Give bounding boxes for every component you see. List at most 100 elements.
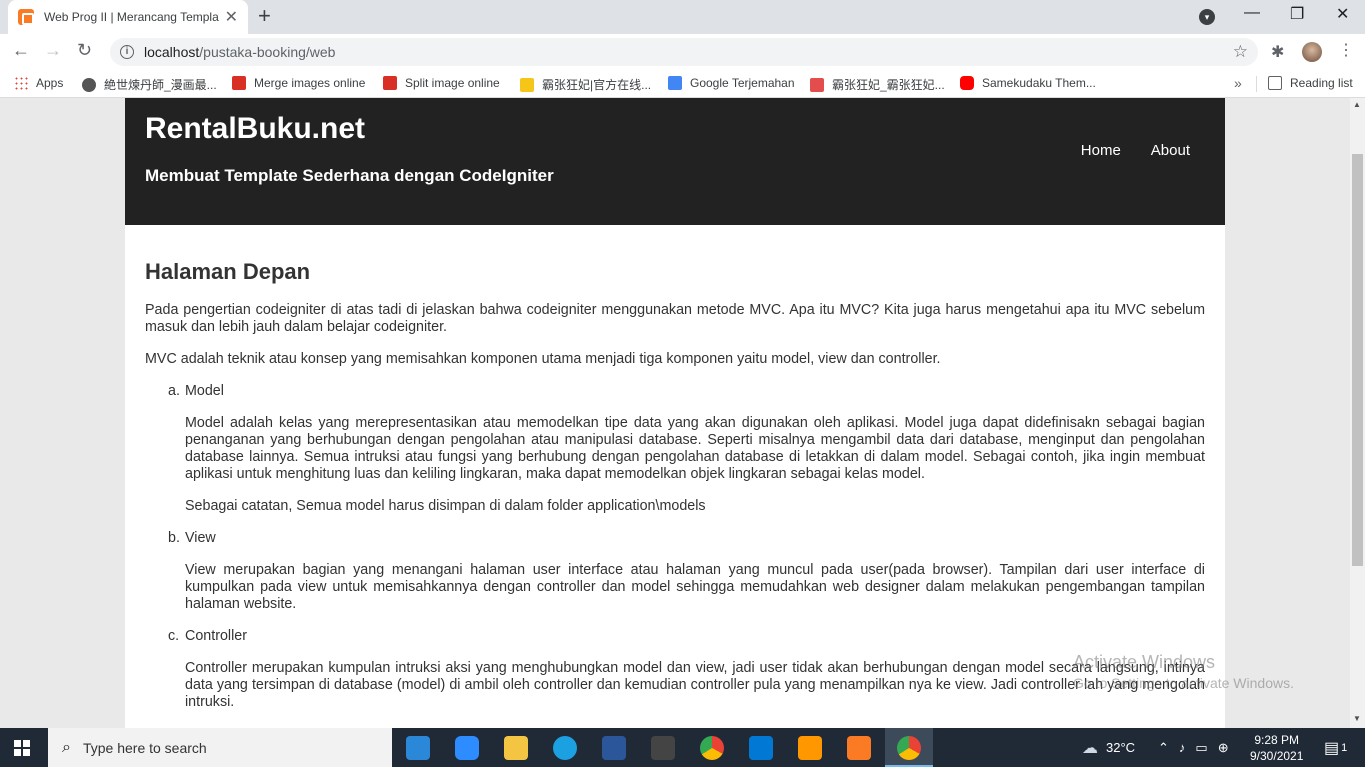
site-header: RentalBuku.net Membuat Template Sederhan… [125, 98, 1225, 225]
new-tab-button[interactable]: + [258, 3, 271, 29]
bookmark-label: Apps [36, 76, 64, 90]
tab-search-icon[interactable]: ▾ [1199, 9, 1215, 25]
forward-icon[interactable]: → [44, 40, 62, 61]
chevron-up-icon[interactable]: ⌃ [1158, 740, 1169, 756]
bookmark-label: Samekudaku Them... [982, 76, 1096, 90]
more-bookmarks-icon[interactable]: » [1234, 75, 1242, 91]
network-globe-icon[interactable]: ⊕ [1218, 740, 1229, 756]
page-scrollbar[interactable]: ▲ ▼ [1350, 98, 1365, 728]
bookmark-item[interactable]: 霸张狂妃|官方在线... [520, 76, 651, 93]
watermark-title: Activate Windows [1073, 652, 1216, 672]
search-icon: ⌕ [62, 738, 71, 756]
bookmark-label: 霸张狂妃|官方在线... [542, 78, 652, 92]
bookmark-label: Google Terjemahan [690, 76, 795, 90]
list-paragraph: Sebagai catatan, Semua model harus disim… [185, 498, 706, 514]
browser-tab[interactable]: Web Prog II | Merancang Templat ✕ [8, 0, 248, 34]
activate-windows-watermark: Activate Windows Go to Settings to activ… [1073, 652, 1294, 691]
battery-icon[interactable]: ▭ [1195, 740, 1207, 756]
tab-title: Web Prog II | Merancang Templat [44, 10, 219, 24]
list-item: b. View View merupakan bagian yang menang… [168, 530, 1205, 613]
bookmark-star-icon[interactable]: ☆ [1233, 42, 1248, 62]
tab-strip: Web Prog II | Merancang Templat ✕ + ▾ — … [0, 0, 1365, 34]
page-heading: Halaman Depan [145, 259, 311, 284]
bookmark-item[interactable]: Merge images online [232, 76, 365, 90]
scrollbar-thumb[interactable] [1352, 154, 1363, 566]
windows-start-icon[interactable] [14, 740, 30, 756]
youtube-icon [960, 76, 974, 90]
notification-icon: ▤ [1324, 739, 1340, 757]
url-path: /pustaka-booking/web [199, 44, 336, 60]
tree-icon [383, 76, 397, 90]
main-content: Halaman Depan Pada pengertian codeignite… [145, 259, 1205, 726]
clock-date: 9/30/2021 [1250, 749, 1304, 763]
back-icon[interactable]: ← [12, 40, 30, 61]
list-marker: c. [168, 628, 180, 644]
notification-center[interactable]: ▤ 1 [1324, 728, 1347, 767]
page-viewport: RentalBuku.net Membuat Template Sederhan… [0, 98, 1350, 728]
bookmark-item[interactable]: Google Terjemahan [668, 76, 795, 90]
menu-kebab-icon[interactable]: ⋮ [1338, 40, 1354, 60]
windows-taskbar: ⌕ Type here to search ☁ 32°C ⌃ ♪ ▭ ⊕ 9:2… [0, 728, 1365, 767]
calendar-app-icon[interactable] [651, 736, 675, 760]
scroll-up-icon[interactable]: ▲ [1353, 100, 1361, 109]
page-container: RentalBuku.net Membuat Template Sederhan… [125, 98, 1225, 728]
tab-close-icon[interactable]: ✕ [225, 7, 238, 27]
bookmark-item[interactable]: 霸张狂妃_霸张狂妃... [810, 76, 945, 93]
list-item-title: b. View [168, 530, 1205, 547]
bookmark-label: 絶世煉丹師_漫画最... [104, 78, 217, 92]
apps-grid-icon [14, 76, 28, 90]
reading-list-button[interactable]: Reading list [1268, 76, 1353, 90]
site-nav: Home About [1081, 142, 1190, 159]
chrome-icon [897, 736, 921, 760]
extensions-icon[interactable]: ✱ [1271, 42, 1284, 62]
bookmark-item[interactable]: Samekudaku Them... [960, 76, 1096, 90]
bookmark-label: Merge images online [254, 76, 366, 90]
site-info-icon[interactable]: i [120, 45, 134, 59]
site-brand[interactable]: RentalBuku.net [145, 112, 365, 146]
minimize-button[interactable]: — [1244, 4, 1260, 22]
address-bar[interactable]: i localhost/pustaka-booking/web ☆ [110, 38, 1258, 66]
edge-icon[interactable] [553, 736, 577, 760]
reload-icon[interactable]: ↻ [77, 40, 92, 61]
bookmark-item[interactable]: Split image online [383, 76, 500, 90]
notification-count: 1 [1341, 741, 1348, 754]
site-icon [810, 77, 824, 92]
nav-about-link[interactable]: About [1151, 142, 1190, 159]
globe-icon [82, 77, 96, 92]
file-explorer-icon[interactable] [504, 736, 528, 760]
reading-list-icon [1268, 76, 1282, 90]
url-text: localhost/pustaka-booking/web [144, 44, 335, 60]
list-title-text: Controller [185, 628, 247, 644]
taskbar-search[interactable]: ⌕ Type here to search [48, 728, 392, 767]
chrome-icon[interactable] [700, 736, 724, 760]
volume-icon[interactable]: ♪ [1179, 740, 1186, 755]
profile-avatar[interactable] [1302, 42, 1322, 62]
intro-paragraph: Pada pengertian codeigniter di atas tadi… [145, 302, 1205, 335]
bookmark-label: 霸张狂妃_霸张狂妃... [832, 78, 945, 92]
nav-home-link[interactable]: Home [1081, 142, 1121, 159]
vscode-icon[interactable] [749, 736, 773, 760]
site-tagline: Membuat Template Sederhana dengan CodeIg… [145, 166, 554, 185]
list-paragraph: Model adalah kelas yang merepresentasika… [185, 415, 1205, 482]
zoom-icon[interactable] [455, 736, 479, 760]
browser-toolbar: ← → ↻ i localhost/pustaka-booking/web ☆ [0, 34, 1365, 70]
list-item: a. Model Model adalah kelas yang merepres… [168, 383, 1205, 515]
restore-button[interactable]: ❐ [1290, 4, 1304, 24]
sublime-text-icon[interactable] [798, 736, 822, 760]
temperature: 32°C [1106, 740, 1136, 755]
xampp-icon[interactable] [847, 736, 871, 760]
bookmark-divider [1256, 76, 1257, 92]
weather-widget[interactable]: ☁ 32°C [1082, 728, 1135, 767]
system-tray: ⌃ ♪ ▭ ⊕ [1158, 728, 1229, 767]
bookmark-item[interactable]: 絶世煉丹師_漫画最... [82, 76, 217, 93]
search-placeholder: Type here to search [82, 739, 207, 756]
list-title-text: Model [185, 383, 224, 399]
word-icon[interactable] [602, 736, 626, 760]
bookmark-apps[interactable]: Apps [14, 76, 63, 90]
store-icon[interactable] [406, 736, 430, 760]
taskbar-clock[interactable]: 9:28 PM 9/30/2021 [1250, 732, 1303, 764]
active-chrome-taskbar-button[interactable] [885, 728, 933, 767]
xampp-favicon-icon [18, 9, 34, 25]
close-window-button[interactable]: ✕ [1336, 4, 1349, 24]
scroll-down-icon[interactable]: ▼ [1353, 714, 1361, 723]
